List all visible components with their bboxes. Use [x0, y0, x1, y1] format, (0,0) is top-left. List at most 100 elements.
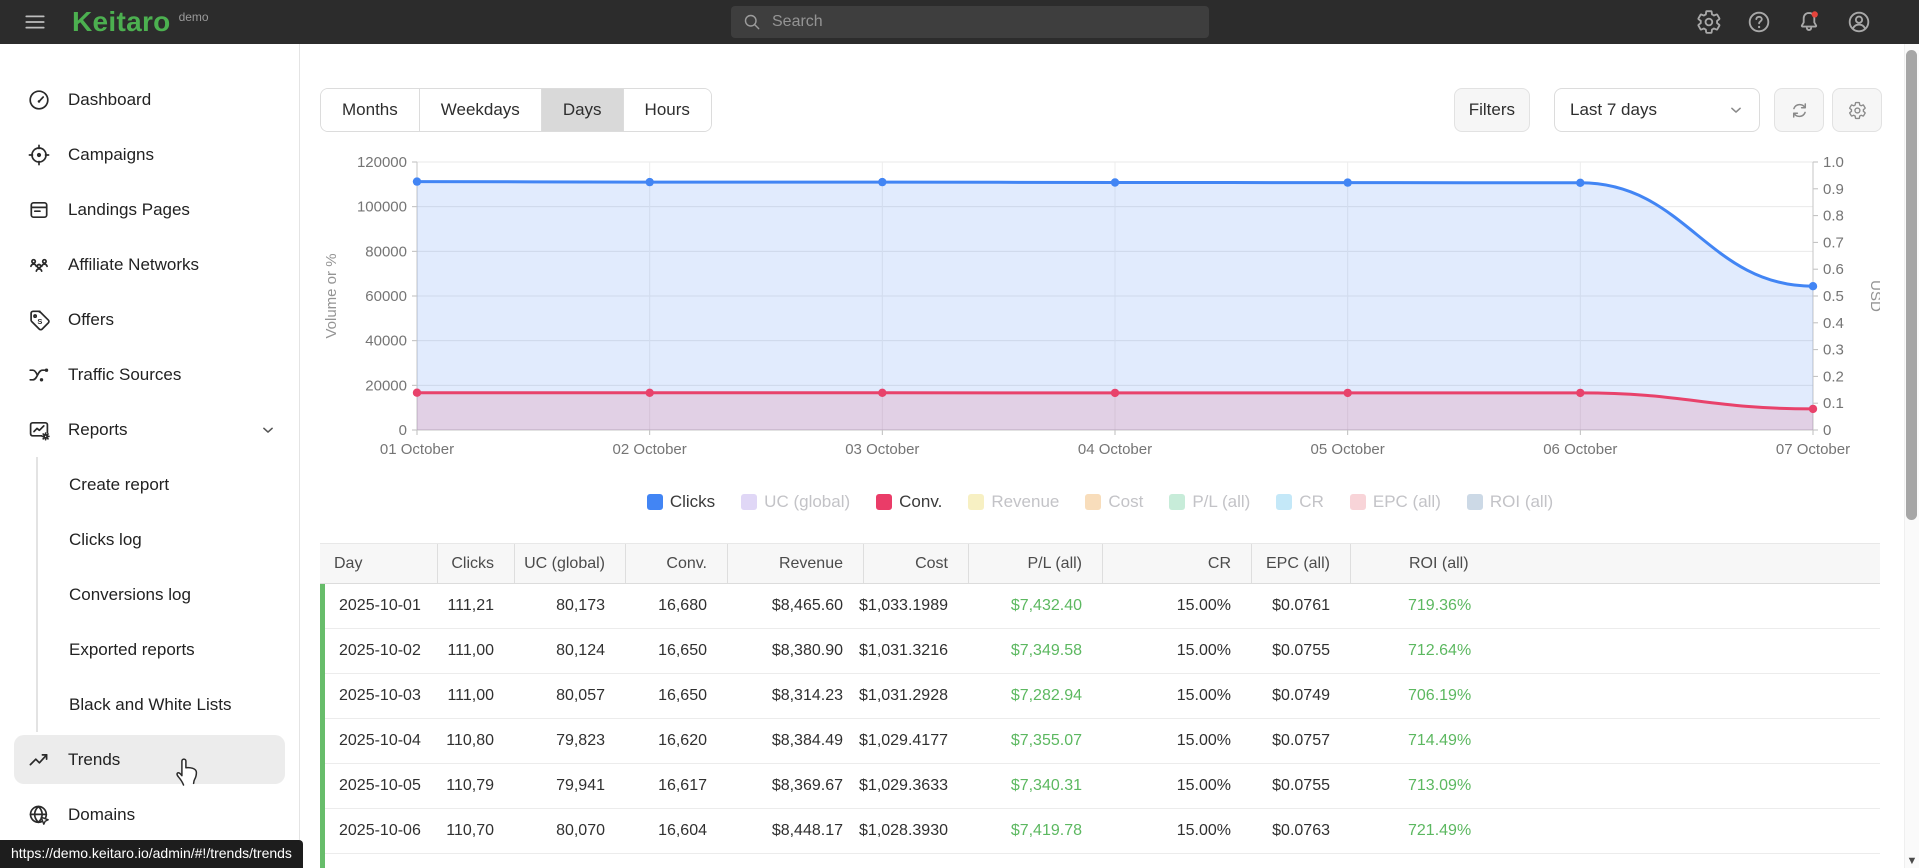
- hamburger-icon: [25, 15, 45, 29]
- svg-text:1.0: 1.0: [1823, 154, 1844, 171]
- sidebar-item-campaigns[interactable]: Campaigns: [0, 127, 299, 182]
- legend-item-clicks[interactable]: Clicks: [646, 492, 716, 512]
- column-header-revenue[interactable]: Revenue: [727, 544, 863, 583]
- column-header-epc-all[interactable]: EPC (all): [1251, 544, 1350, 583]
- help-button[interactable]: [1746, 9, 1772, 35]
- svg-text:06 October: 06 October: [1543, 441, 1617, 458]
- sidebar-item-clicks-log[interactable]: Clicks log: [38, 512, 299, 567]
- column-header-roi-all[interactable]: ROI (all): [1350, 544, 1469, 583]
- page-scrollbar[interactable]: ▼: [1904, 44, 1919, 868]
- legend-item-p-l-all[interactable]: P/L (all): [1169, 492, 1250, 512]
- legend-item-conv[interactable]: Conv.: [876, 492, 942, 512]
- cell-roi-all: 721.49%: [1408, 822, 1472, 839]
- tab-months[interactable]: Months: [321, 89, 419, 131]
- table-row[interactable]: 2025-10-01 111,21 80,173 16,680 $8,465.60 $1,…: [325, 584, 1880, 629]
- bell-icon: [1800, 11, 1818, 31]
- table-row[interactable]: 2025-10-02 111,00 80,124 16,650 $8,380.90 $1,…: [325, 629, 1880, 674]
- brand-logo[interactable]: Keitaro demo: [72, 5, 209, 39]
- scrollbar-down-arrow[interactable]: ▼: [1905, 855, 1919, 867]
- legend-swatch: [876, 494, 893, 510]
- column-header-conv[interactable]: Conv.: [625, 544, 727, 583]
- sidebar-item-reports[interactable]: Reports: [0, 402, 299, 457]
- cell-uc-global: 80,057: [556, 687, 605, 704]
- sidebar-item-landings-pages[interactable]: Landings Pages: [0, 182, 299, 237]
- campaigns-icon: [28, 144, 50, 165]
- legend-item-epc-all[interactable]: EPC (all): [1349, 492, 1441, 512]
- legend-item-roi-all[interactable]: ROI (all): [1466, 492, 1553, 512]
- chevron-down-icon: [263, 427, 273, 433]
- gear-icon: [1848, 101, 1866, 119]
- chevron-down-icon: [1731, 107, 1741, 113]
- cell-revenue: $8,314.23: [771, 687, 843, 704]
- cell-uc-global: 79,941: [556, 777, 605, 794]
- column-header-uc-global[interactable]: UC (global): [514, 544, 625, 583]
- sidebar-item-dashboard[interactable]: Dashboard: [0, 72, 299, 127]
- date-range-select[interactable]: Last 7 days: [1554, 88, 1760, 132]
- table-row[interactable]: 2025-10-06 110,70 80,070 16,604 $8,448.17 $1,…: [325, 809, 1880, 854]
- filters-button[interactable]: Filters: [1453, 88, 1530, 132]
- global-search[interactable]: [731, 6, 1209, 38]
- sidebar-item-domains[interactable]: Domains: [0, 787, 299, 842]
- cell-p-l-all: $7,355.07: [1010, 732, 1082, 749]
- sidebar-item-offers[interactable]: S Offers: [0, 292, 299, 347]
- sidebar-nav: Dashboard Campaigns Landings Pages Affil…: [0, 44, 300, 868]
- tab-hours[interactable]: Hours: [622, 89, 711, 131]
- notifications-button[interactable]: [1796, 9, 1822, 35]
- cell-cost: $1,028.3930: [859, 822, 948, 839]
- status-url-tooltip: https://demo.keitaro.io/admin/#!/trends/…: [0, 840, 303, 868]
- legend-item-revenue[interactable]: Revenue: [968, 492, 1059, 512]
- table-row[interactable]: 2025-10-0764,4044,4579,443$4,803.04$587.…: [325, 854, 1880, 868]
- legend-label: Cost: [1108, 492, 1144, 511]
- sidebar-item-affiliate-networks[interactable]: Affiliate Networks: [0, 237, 299, 292]
- sidebar-item-conversions-log[interactable]: Conversions log: [38, 567, 299, 622]
- legend-swatch: [968, 494, 985, 510]
- chart-settings-icon-holder: [1848, 101, 1867, 120]
- legend-item-cost[interactable]: Cost: [1085, 492, 1143, 512]
- legend-item-uc-global[interactable]: UC (global): [741, 492, 850, 512]
- cell-conv: 16,620: [658, 732, 707, 749]
- column-header-cost[interactable]: Cost: [863, 544, 968, 583]
- cell-day: 2025-10-04: [339, 732, 421, 749]
- legend-label: UC (global): [764, 492, 851, 511]
- search-input[interactable]: [772, 13, 1198, 31]
- trends-chart-area: 0 20000 40000 60000 80000 100000 120000 01 Octo…: [320, 150, 1884, 485]
- column-header-clicks[interactable]: Clicks: [437, 544, 514, 583]
- column-header-p-l-all[interactable]: P/L (all): [968, 544, 1102, 583]
- sidebar-item-black-and-white-lists[interactable]: Black and White Lists: [38, 677, 299, 732]
- sidebar-submenu: Create report Clicks log Conversions log Ex…: [36, 457, 299, 732]
- table-row[interactable]: 2025-10-04 110,80 79,823 16,620 $8,384.49 $1,…: [325, 719, 1880, 764]
- legend-swatch: [1466, 494, 1483, 510]
- account-button[interactable]: [1846, 9, 1872, 35]
- brand-name: Keitaro: [72, 6, 171, 37]
- legend-item-cr[interactable]: CR: [1276, 492, 1324, 512]
- cell-p-l-all: $7,419.78: [1010, 822, 1082, 839]
- sidebar-item-trends[interactable]: Trends: [14, 735, 285, 784]
- cell-epc-all: $0.0749: [1272, 687, 1330, 704]
- legend-swatch: [1169, 494, 1186, 510]
- search-icon: [744, 14, 760, 30]
- svg-text:S: S: [37, 316, 42, 325]
- scrollbar-thumb[interactable]: [1906, 50, 1917, 520]
- cell-day: 2025-10-05: [339, 777, 421, 794]
- tab-days[interactable]: Days: [540, 89, 623, 131]
- column-header-cr[interactable]: CR: [1102, 544, 1251, 583]
- sidebar-item-traffic-sources[interactable]: Traffic Sources: [0, 347, 299, 402]
- legend-label: P/L (all): [1192, 492, 1251, 511]
- sidebar-item-exported-reports[interactable]: Exported reports: [38, 622, 299, 677]
- cell-clicks: 111,00: [447, 642, 494, 659]
- svg-text:40000: 40000: [365, 333, 407, 350]
- menu-toggle[interactable]: [22, 9, 48, 35]
- cell-cost: $1,031.3216: [859, 642, 948, 659]
- legend-label: Clicks: [669, 492, 716, 511]
- table-row[interactable]: 2025-10-03 111,00 80,057 16,650 $8,314.23 $1,…: [325, 674, 1880, 719]
- column-header-day[interactable]: Day: [320, 544, 437, 583]
- sidebar-item-create-report[interactable]: Create report: [38, 457, 299, 512]
- settings-button[interactable]: [1696, 9, 1722, 35]
- svg-text:03 October: 03 October: [845, 441, 919, 458]
- tab-weekdays[interactable]: Weekdays: [418, 89, 541, 131]
- table-row[interactable]: 2025-10-05 110,79 79,941 16,617 $8,369.67 $1,…: [325, 764, 1880, 809]
- svg-text:0.8: 0.8: [1823, 208, 1844, 225]
- svg-text:60000: 60000: [365, 288, 407, 305]
- chart-settings-button[interactable]: [1832, 88, 1882, 132]
- refresh-button[interactable]: [1774, 88, 1824, 132]
